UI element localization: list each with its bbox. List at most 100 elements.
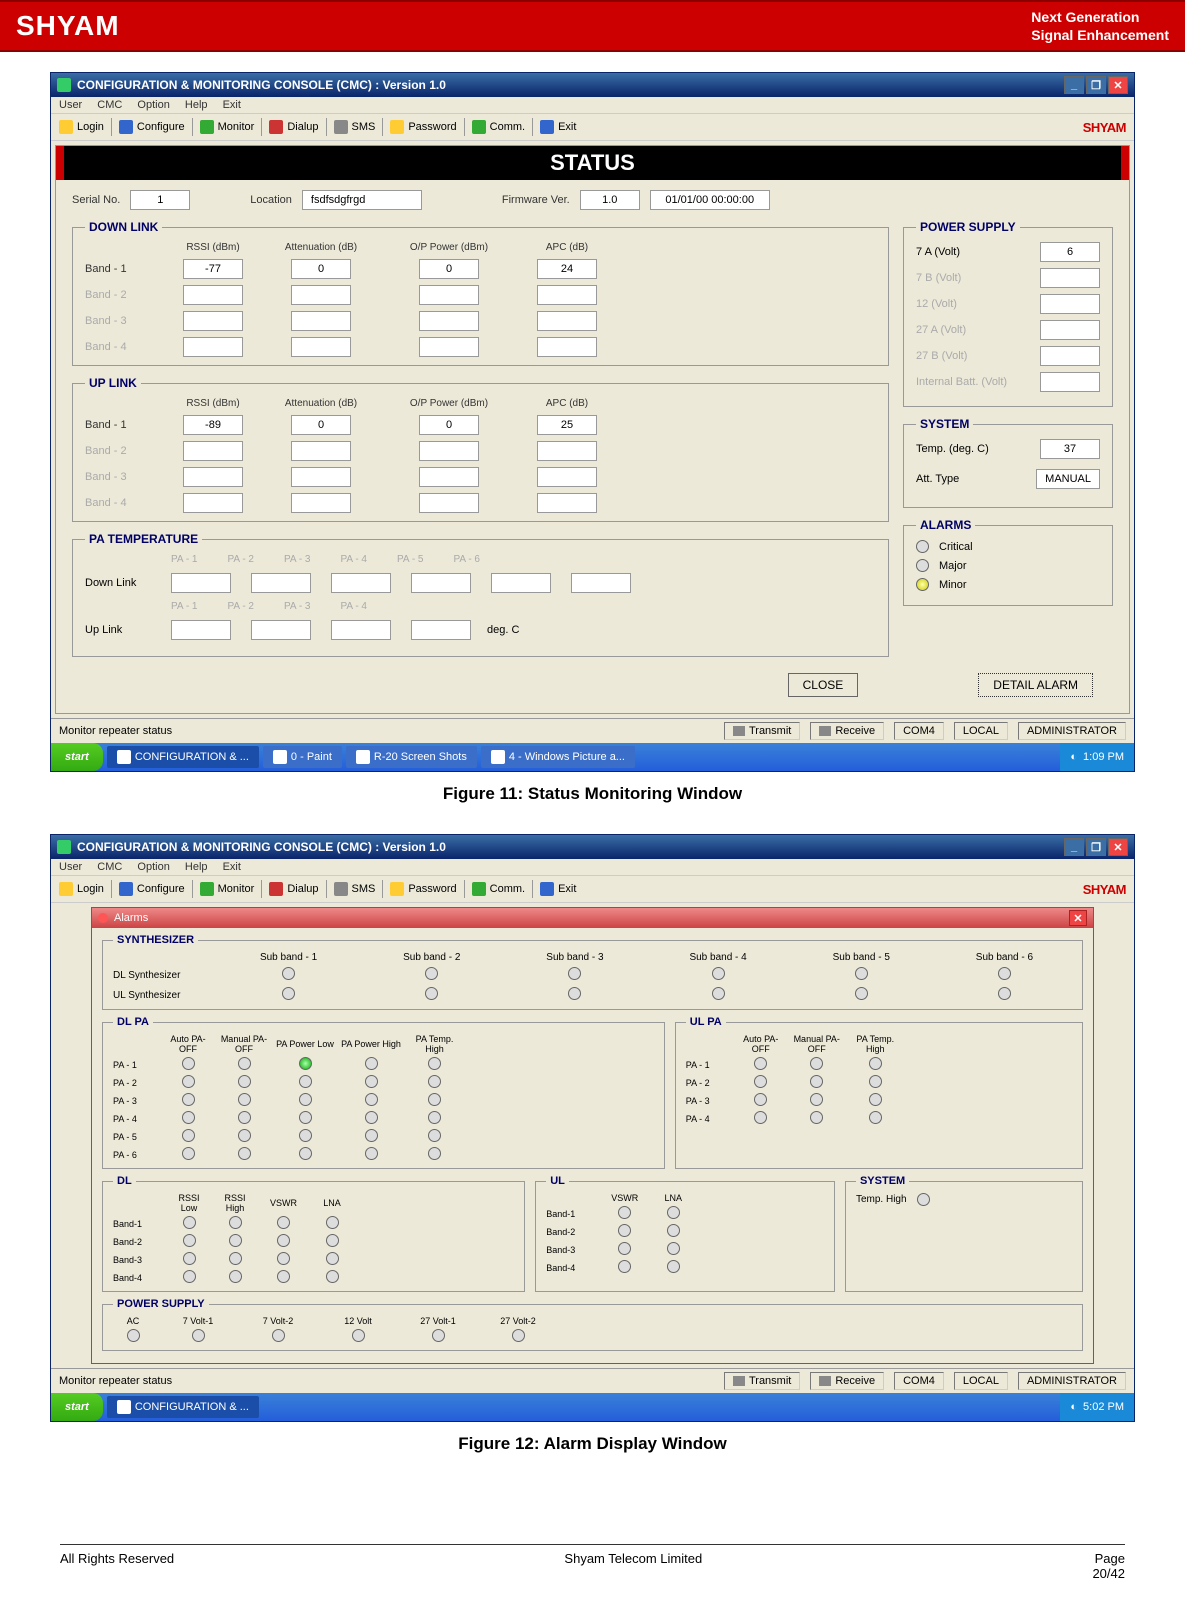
- start-button-2[interactable]: start: [51, 1393, 103, 1421]
- close-status-button[interactable]: CLOSE: [788, 673, 859, 697]
- led-icon: [352, 1329, 365, 1342]
- menu-help[interactable]: Help: [185, 99, 208, 111]
- led-icon: [299, 1075, 312, 1088]
- menu-cmc-2[interactable]: CMC: [97, 861, 122, 873]
- close-button-2[interactable]: ✕: [1108, 838, 1128, 856]
- task-icon: [356, 750, 370, 764]
- task-icon: [491, 750, 505, 764]
- menubar-2: User CMC Option Help Exit: [51, 859, 1134, 876]
- menu-option-2[interactable]: Option: [137, 861, 169, 873]
- task-item[interactable]: CONFIGURATION & ...: [107, 1396, 259, 1418]
- temp-high-label: Temp. High: [856, 1194, 907, 1205]
- value-box: [331, 573, 391, 593]
- menu-user-2[interactable]: User: [59, 861, 82, 873]
- alarms-close-button[interactable]: ✕: [1069, 910, 1087, 926]
- led-icon: [183, 1252, 196, 1265]
- menu-option[interactable]: Option: [137, 99, 169, 111]
- value-box: [183, 493, 243, 513]
- alarms-legend: ALARMS: [916, 518, 975, 532]
- value-box: [291, 311, 351, 331]
- menu-exit[interactable]: Exit: [223, 99, 241, 111]
- menu-exit-2[interactable]: Exit: [223, 861, 241, 873]
- led-icon: [712, 987, 725, 1000]
- tb-dialup[interactable]: Dialup: [287, 121, 318, 133]
- minimize-button-2[interactable]: _: [1064, 838, 1084, 856]
- led-icon: [365, 1129, 378, 1142]
- value-box: [1040, 346, 1100, 366]
- app-icon-2: [57, 840, 71, 854]
- timestamp-value: 01/01/00 00:00:00: [650, 190, 770, 210]
- value-box: 0: [419, 259, 479, 279]
- led-icon: [238, 1111, 251, 1124]
- figure-11-caption: Figure 11: Status Monitoring Window: [50, 784, 1135, 804]
- patemp-downlink-label: Down Link: [85, 577, 155, 589]
- led-icon: [365, 1057, 378, 1070]
- close-button[interactable]: ✕: [1108, 76, 1128, 94]
- value-box: -77: [183, 259, 243, 279]
- tb-monitor[interactable]: Monitor: [218, 121, 255, 133]
- led-icon: [754, 1111, 767, 1124]
- band-label: Band - 1: [85, 419, 155, 431]
- synthesizer-fieldset: SYNTHESIZER Sub band - 1Sub band - 2Sub …: [102, 934, 1083, 1010]
- led-icon: [855, 967, 868, 980]
- led-icon: [182, 1147, 195, 1160]
- led-icon: [568, 967, 581, 980]
- task-item[interactable]: CONFIGURATION & ...: [107, 746, 259, 768]
- password-icon-2: [390, 882, 404, 896]
- value-box: [1040, 320, 1100, 340]
- serial-value: 1: [130, 190, 190, 210]
- led-icon: [365, 1111, 378, 1124]
- detail-alarm-button[interactable]: DETAIL ALARM: [978, 673, 1093, 697]
- value-box: [419, 337, 479, 357]
- task-item[interactable]: 4 - Windows Picture a...: [481, 746, 635, 768]
- statusbar-msg: Monitor repeater status: [59, 725, 172, 737]
- value-box: [251, 620, 311, 640]
- value-box: [331, 620, 391, 640]
- configure-icon-2: [119, 882, 133, 896]
- tb-password[interactable]: Password: [408, 121, 456, 133]
- led-icon: [365, 1147, 378, 1160]
- minimize-button[interactable]: _: [1064, 76, 1084, 94]
- led-icon: [299, 1057, 312, 1070]
- location-label: Location: [250, 194, 292, 206]
- value-box: -89: [183, 415, 243, 435]
- value-box: [183, 441, 243, 461]
- tb-login[interactable]: Login: [77, 121, 104, 133]
- key-icon: [59, 120, 73, 134]
- ps-label: 7 B (Volt): [916, 272, 961, 284]
- menu-user[interactable]: User: [59, 99, 82, 111]
- taskbar: start CONFIGURATION & ...0 - PaintR-20 S…: [51, 743, 1134, 771]
- tb-exit[interactable]: Exit: [558, 121, 576, 133]
- temp-value: 37: [1040, 439, 1100, 459]
- task-item[interactable]: 0 - Paint: [263, 746, 342, 768]
- maximize-button[interactable]: ❐: [1086, 76, 1106, 94]
- task-icon: [273, 750, 287, 764]
- value-box: [537, 467, 597, 487]
- tb-comm[interactable]: Comm.: [490, 121, 525, 133]
- alarms-dialog: Alarms ✕ SYNTHESIZER Sub band - 1Sub ban…: [91, 907, 1094, 1364]
- maximize-button-2[interactable]: ❐: [1086, 838, 1106, 856]
- status-header: STATUS: [56, 146, 1129, 180]
- status-app-window: CONFIGURATION & MONITORING CONSOLE (CMC)…: [50, 72, 1135, 772]
- system-tray: ◐ 1:09 PM: [1060, 743, 1134, 771]
- band-label: Band - 4: [85, 341, 155, 353]
- value-box: [183, 311, 243, 331]
- ul-fieldset: UL VSWRLNABand-1Band-2Band-3Band-4: [535, 1175, 835, 1292]
- band-label: Band - 2: [85, 445, 155, 457]
- led-icon: [916, 578, 929, 591]
- task-item[interactable]: R-20 Screen Shots: [346, 746, 477, 768]
- dlpa-fieldset: DL PA Auto PA-OFFManual PA-OFFPA Power L…: [102, 1016, 665, 1169]
- led-icon: [365, 1093, 378, 1106]
- patemp-unit: deg. C: [487, 624, 519, 636]
- led-icon: [428, 1129, 441, 1142]
- tb-sms[interactable]: SMS: [352, 121, 376, 133]
- patemp-fieldset: PA TEMPERATURE PA - 1PA - 2PA - 3PA - 4P…: [72, 532, 889, 657]
- toolbar-2: Login Configure Monitor Dialup SMS Passw…: [51, 876, 1134, 903]
- start-button[interactable]: start: [51, 743, 103, 771]
- value-box: [537, 285, 597, 305]
- menu-help-2[interactable]: Help: [185, 861, 208, 873]
- led-icon: [182, 1057, 195, 1070]
- menu-cmc[interactable]: CMC: [97, 99, 122, 111]
- transmit-icon: [733, 726, 745, 736]
- tb-configure[interactable]: Configure: [137, 121, 185, 133]
